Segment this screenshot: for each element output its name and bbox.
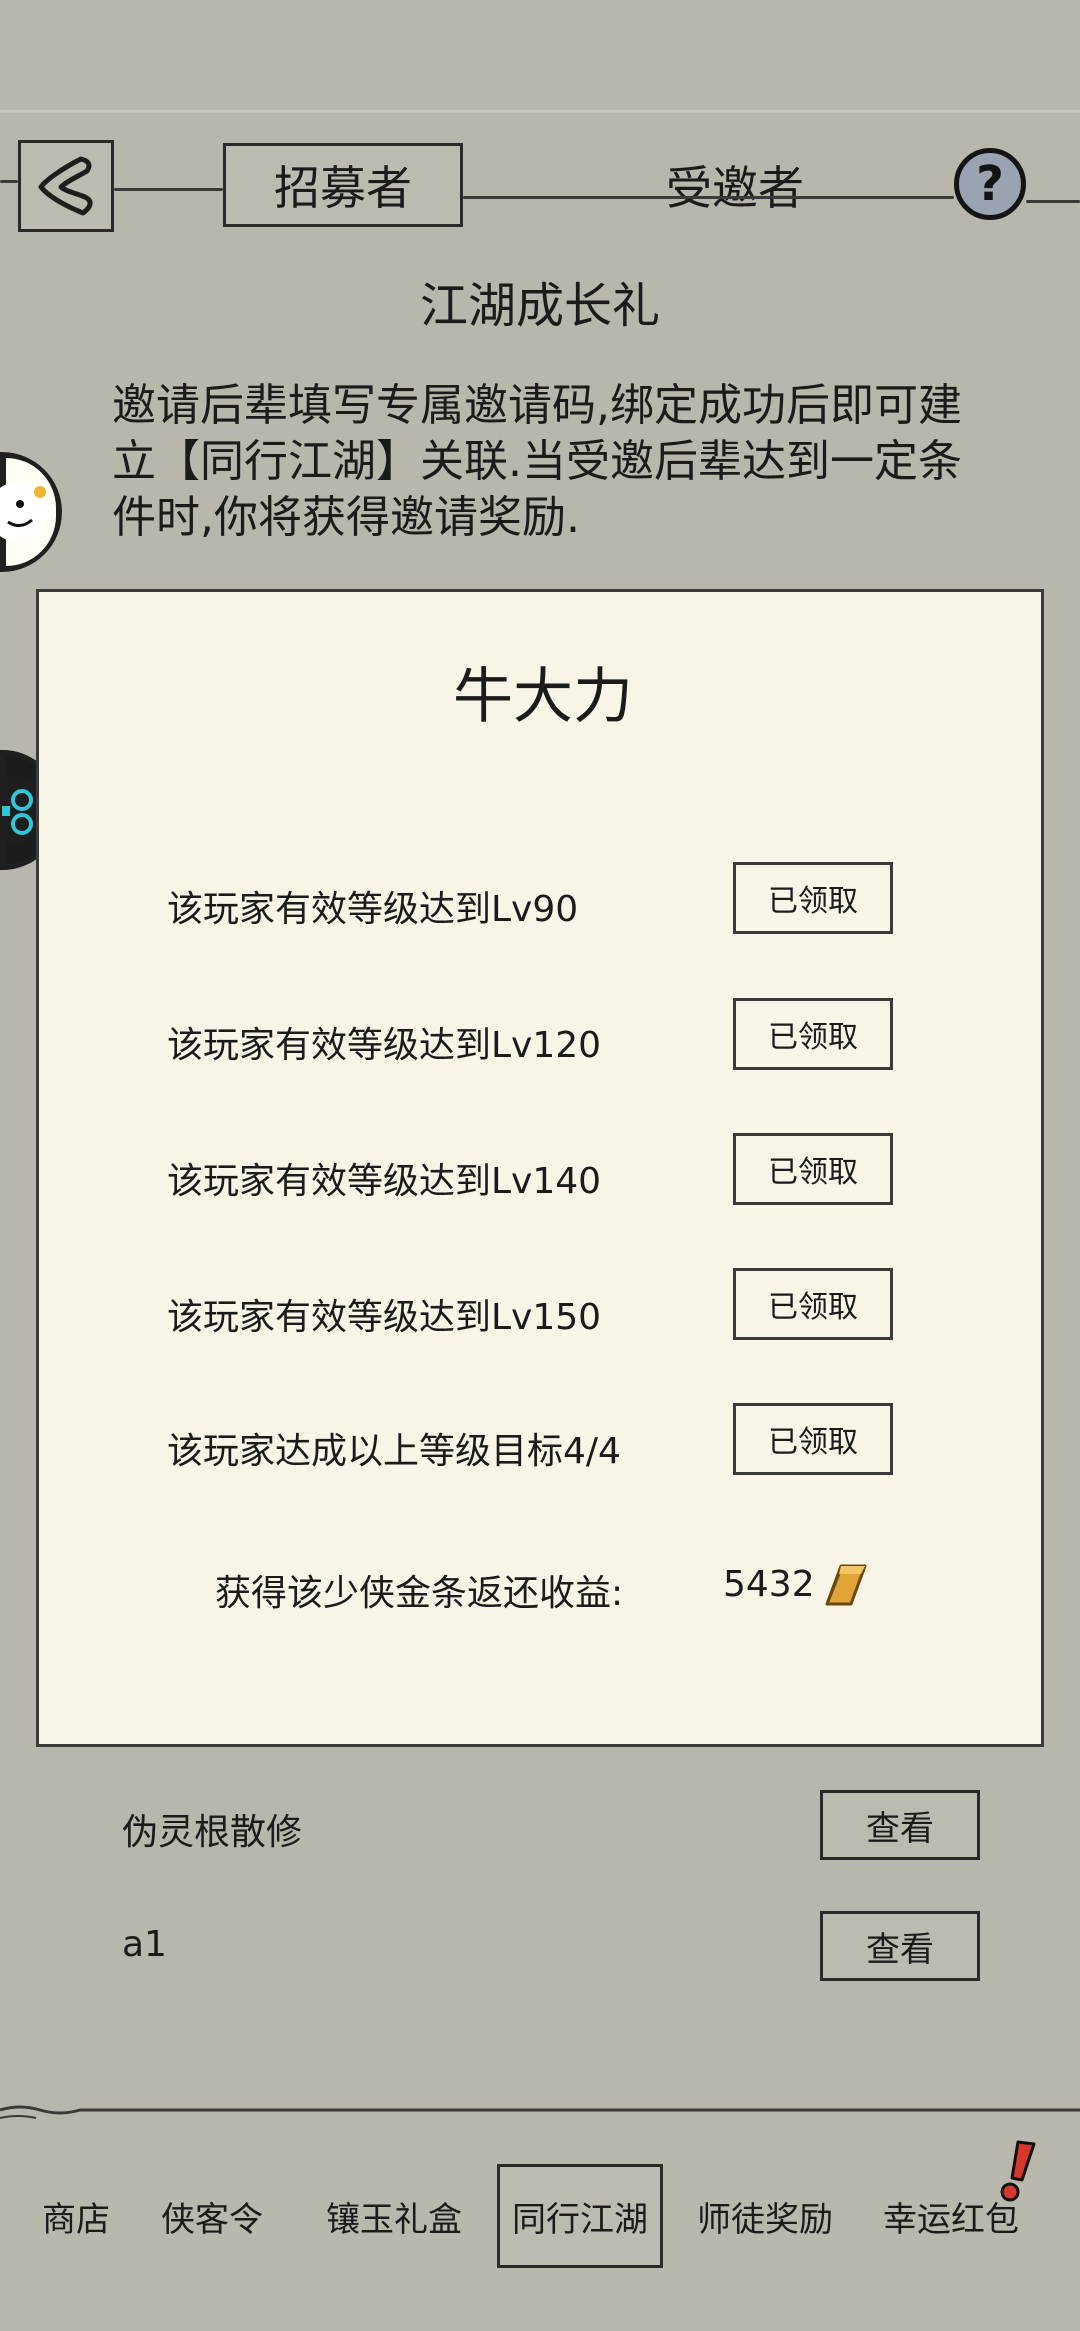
- nav-item-shop[interactable]: 商店: [6, 2164, 146, 2268]
- nav-item-hero-pass[interactable]: 侠客令: [140, 2164, 284, 2268]
- nav-item-companions[interactable]: 同行江湖: [497, 2164, 663, 2268]
- claimed-button[interactable]: 已领取: [733, 998, 893, 1070]
- view-button[interactable]: 查看: [820, 1911, 980, 1981]
- earnings-label: 获得该少侠金条返还收益:: [215, 1573, 624, 1614]
- header-line: [114, 188, 223, 191]
- page-title: 江湖成长礼: [419, 278, 660, 334]
- reward-requirement: 该玩家有效等级达到Lv90: [167, 889, 579, 930]
- reward-requirement: 该玩家有效等级达到Lv120: [167, 1025, 602, 1066]
- gold-bar-icon: [825, 1564, 867, 1606]
- earnings-value: 5432: [723, 1564, 815, 1605]
- claimed-button[interactable]: 已领取: [733, 1403, 893, 1475]
- claimed-button[interactable]: 已领取: [733, 862, 893, 934]
- reward-requirement: 该玩家有效等级达到Lv140: [167, 1161, 602, 1202]
- help-icon[interactable]: ?: [954, 148, 1026, 220]
- page-description: 邀请后辈填写专属邀请码,绑定成功后即可建立【同行江湖】关联.当受邀后辈达到一定条…: [112, 380, 962, 543]
- nav-item-mentor-rewards[interactable]: 师徒奖励: [680, 2164, 850, 2268]
- tab-invitee[interactable]: 受邀者: [615, 143, 855, 227]
- top-edge-line: [0, 110, 1080, 113]
- invitee-detail-card: 牛大力 该玩家有效等级达到Lv90 已领取 该玩家有效等级达到Lv120 已领取…: [36, 589, 1044, 1747]
- reward-requirement: 该玩家达成以上等级目标4/4: [167, 1431, 621, 1472]
- tab-recruiter[interactable]: 招募者: [223, 143, 463, 227]
- claimed-button[interactable]: 已领取: [733, 1133, 893, 1205]
- nav-item-jade-gift-box[interactable]: 镶玉礼盒: [306, 2164, 482, 2268]
- header-line-right: [1026, 200, 1080, 203]
- cartoon-face-icon: [0, 482, 48, 542]
- divider-line: [0, 2105, 1080, 2119]
- floating-avatar-top[interactable]: [0, 452, 62, 572]
- reward-requirement: 该玩家有效等级达到Lv150: [167, 1297, 602, 1338]
- player-name: 牛大力: [453, 662, 633, 732]
- notification-badge-icon: [1000, 2140, 1036, 2202]
- view-button[interactable]: 查看: [820, 1790, 980, 1860]
- header-line-left: [0, 180, 18, 183]
- header-line: [463, 196, 954, 199]
- invitee-name: 伪灵根散修: [122, 1812, 303, 1853]
- invitee-name: a1: [122, 1924, 167, 1965]
- back-arrow-icon: [38, 156, 93, 216]
- back-button[interactable]: [18, 140, 114, 232]
- claimed-button[interactable]: 已领取: [733, 1268, 893, 1340]
